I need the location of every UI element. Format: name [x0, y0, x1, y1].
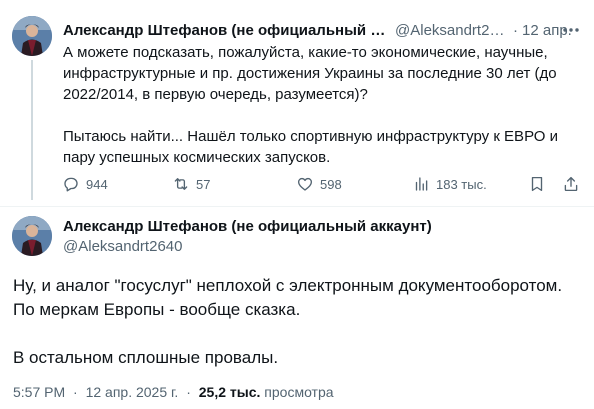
author-handle[interactable]: @Aleksandrt2640 — [63, 238, 182, 255]
tweet-parent[interactable]: Александр Штефанов (не официальный аккау… — [0, 0, 594, 206]
tweet-meta: 5:57 PM · 12 апр. 2025 г. · 25,2 тыс. пр… — [13, 384, 334, 400]
tweet-paragraph: В остальном сплошные провалы. — [13, 348, 279, 367]
reply-button[interactable]: 944 — [62, 174, 108, 194]
avatar-image — [12, 216, 52, 256]
reply-count: 944 — [86, 176, 108, 192]
bookmark-icon — [531, 176, 543, 192]
avatar-image — [12, 16, 52, 56]
repost-count: 57 — [196, 176, 211, 192]
tweet-actions: 944 57 598 183 тыс. — [62, 174, 582, 194]
bookmark-button[interactable] — [528, 174, 546, 194]
views-label: просмотра — [264, 384, 334, 400]
meta-separator: · — [73, 384, 78, 400]
thread-line — [31, 60, 33, 200]
author-handle[interactable]: @Aleksandrt2640 — [395, 22, 509, 39]
like-button[interactable]: 598 — [296, 174, 342, 194]
views-count: 183 тыс. — [436, 176, 487, 192]
author-name[interactable]: Александр Штефанов (не официальный аккау… — [63, 218, 432, 235]
repost-icon — [174, 178, 188, 190]
share-icon — [564, 176, 578, 192]
heart-icon — [297, 177, 313, 191]
like-count: 598 — [320, 176, 342, 192]
tweet-full-date[interactable]: 12 апр. 2025 г. — [86, 384, 179, 400]
tweet-thread: Александр Штефанов (не официальный аккау… — [0, 0, 594, 409]
tweet-paragraph: Ну, и аналог "госуслуг" неплохой с элект… — [13, 276, 563, 319]
share-button[interactable] — [562, 174, 580, 194]
views-chart-icon — [415, 177, 428, 191]
reply-icon — [64, 177, 78, 192]
tweet-text: Ну, и аналог "госуслуг" неплохой с элект… — [13, 274, 583, 370]
tweet-header: Александр Штефанов (не официальный аккау… — [63, 20, 580, 40]
header-separator: · — [513, 21, 518, 39]
tweet-text: А можете подсказать, пожалуйста, какие-т… — [63, 42, 573, 168]
tweet-time[interactable]: 5:57 PM — [13, 384, 65, 400]
divider — [0, 206, 594, 207]
avatar[interactable] — [12, 216, 52, 256]
meta-separator: · — [186, 384, 191, 400]
author-name[interactable]: Александр Штефанов (не официальный аккау… — [63, 22, 389, 39]
more-icon[interactable] — [560, 22, 582, 38]
avatar[interactable] — [12, 16, 52, 56]
tweet-paragraph: Пытаюсь найти... Нашёл только спортивную… — [63, 128, 558, 166]
views-count: 25,2 тыс. — [198, 384, 261, 400]
views-button[interactable]: 183 тыс. — [412, 174, 487, 194]
repost-button[interactable]: 57 — [172, 174, 210, 194]
tweet-paragraph: А можете подсказать, пожалуйста, какие-т… — [63, 44, 557, 103]
